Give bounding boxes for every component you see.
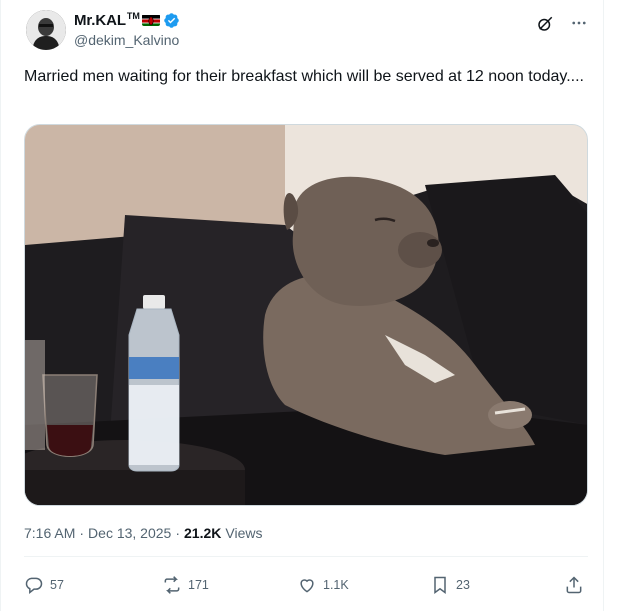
verified-badge-icon[interactable] bbox=[163, 12, 180, 29]
author-names: Mr.KAL TM @dekim_Kalvino bbox=[74, 11, 180, 48]
divider bbox=[24, 556, 588, 557]
like-count: 1.1K bbox=[323, 578, 349, 592]
share-button[interactable] bbox=[564, 570, 584, 600]
views-label: Views bbox=[225, 525, 263, 541]
tweet-image[interactable] bbox=[24, 124, 588, 506]
grok-icon[interactable] bbox=[536, 15, 554, 33]
tweet-text: Married men waiting for their breakfast … bbox=[24, 68, 584, 85]
trademark-mark: TM bbox=[126, 11, 140, 21]
author-display-name[interactable]: Mr.KAL bbox=[74, 12, 126, 29]
tweet-meta: 7:16 AM · Dec 13, 2025 · 21.2K Views bbox=[24, 525, 262, 541]
reply-count: 57 bbox=[50, 578, 64, 592]
repost-button[interactable]: 171 bbox=[162, 570, 209, 600]
meta-separator-2: · bbox=[175, 525, 181, 541]
like-icon bbox=[300, 579, 314, 593]
tweet-card: Mr.KAL TM @dekim_Kalvino Married men wai… bbox=[0, 0, 618, 611]
kenya-flag-icon bbox=[141, 14, 160, 26]
like-button[interactable]: 1.1K bbox=[297, 570, 349, 600]
header-actions bbox=[536, 14, 588, 33]
views-count: 21.2K bbox=[184, 525, 222, 541]
reply-button[interactable]: 57 bbox=[24, 570, 64, 600]
right-border bbox=[603, 0, 604, 611]
action-bar: 57 171 1.1K 23 bbox=[24, 570, 588, 600]
bookmark-button[interactable]: 23 bbox=[430, 570, 470, 600]
repost-icon bbox=[164, 576, 180, 594]
more-icon[interactable] bbox=[570, 14, 588, 33]
meta-separator: · bbox=[79, 525, 85, 541]
bookmark-icon bbox=[434, 576, 446, 594]
left-border bbox=[0, 0, 1, 611]
reply-icon bbox=[25, 577, 43, 595]
repost-count: 171 bbox=[188, 578, 209, 592]
bookmark-count: 23 bbox=[456, 578, 470, 592]
share-icon bbox=[566, 576, 582, 594]
avatar[interactable] bbox=[26, 10, 66, 50]
tweet-date[interactable]: Dec 13, 2025 bbox=[88, 525, 171, 541]
author-handle[interactable]: @dekim_Kalvino bbox=[74, 32, 180, 48]
tweet-time[interactable]: 7:16 AM bbox=[24, 525, 75, 541]
